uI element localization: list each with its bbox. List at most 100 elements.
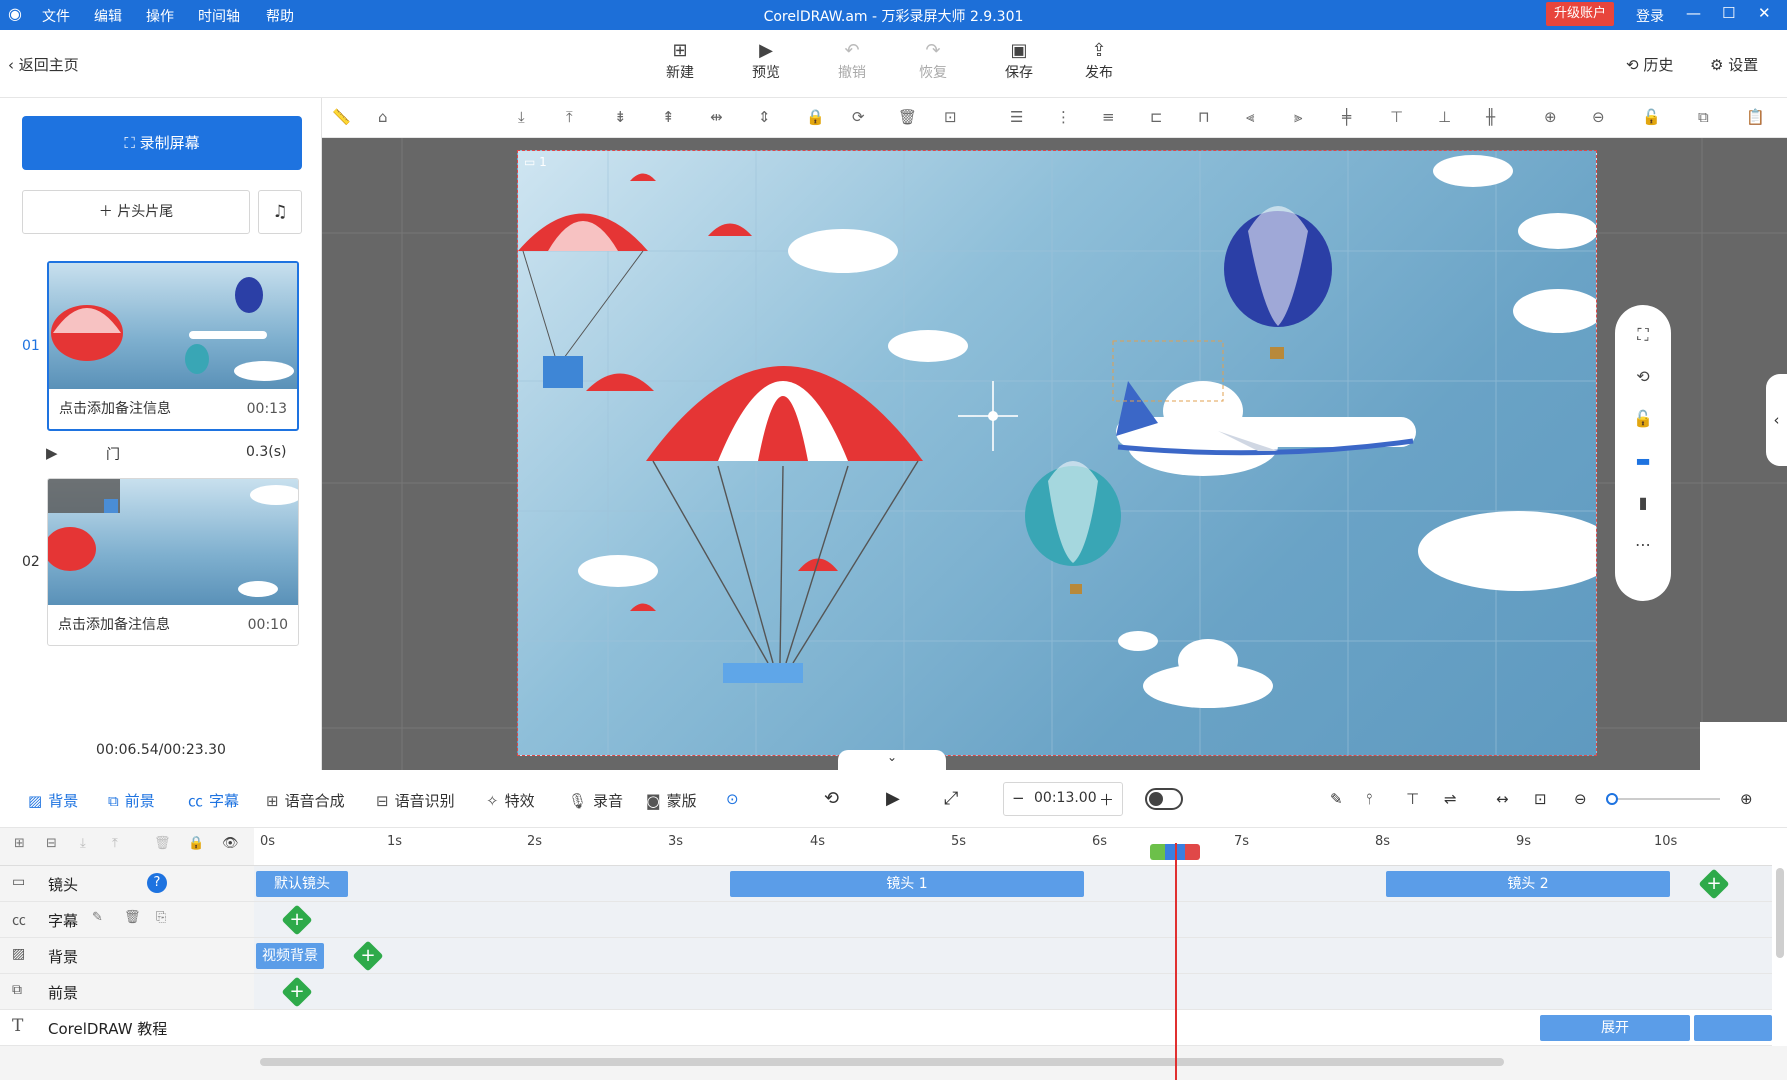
- mobile-icon[interactable]: ▮: [1615, 493, 1671, 512]
- close-icon[interactable]: ✕: [1758, 4, 1771, 22]
- align-left-edge-icon[interactable]: ⊏: [1150, 108, 1163, 126]
- rotate-screen-icon[interactable]: ⟲: [1615, 367, 1671, 386]
- add-intro-button[interactable]: ＋ 片头片尾: [22, 190, 250, 234]
- track-header-background[interactable]: ▨ 背景: [0, 938, 254, 974]
- home-icon[interactable]: ⌂: [378, 108, 388, 126]
- lock-icon[interactable]: 🔒: [806, 108, 825, 126]
- track-header-camera[interactable]: ▭ 镜头 ?: [0, 866, 254, 902]
- fit-screen-icon[interactable]: ⛶: [1615, 325, 1671, 345]
- distribute-icon[interactable]: ⋮: [1056, 108, 1071, 126]
- align-right-icon[interactable]: ⫸: [1294, 108, 1302, 126]
- preview-button[interactable]: ▶ 预览: [738, 40, 794, 82]
- filter-icon[interactable]: ⊤: [1406, 790, 1419, 808]
- clip-block[interactable]: 默认镜头: [256, 871, 348, 897]
- play-icon[interactable]: ▶: [886, 788, 900, 809]
- unlock-icon[interactable]: 🔓: [1615, 409, 1671, 428]
- track-header-subtitle[interactable]: ㏄ 字幕 ✎ 🗑 ⎘: [0, 902, 254, 938]
- flip-horizontal-icon[interactable]: ⇹: [710, 108, 723, 126]
- copy-icon[interactable]: ⧉: [1698, 108, 1709, 126]
- unlock-icon[interactable]: 🔓: [1642, 108, 1661, 126]
- tab-asr[interactable]: ⊟ 语音识别: [376, 790, 455, 811]
- delete-icon[interactable]: 🗑: [154, 836, 171, 851]
- align-bottom-icon[interactable]: ⤓: [518, 108, 525, 126]
- add-keyframe-button[interactable]: +: [352, 940, 384, 972]
- lock-icon[interactable]: 🔒: [188, 836, 204, 851]
- horizontal-scrollbar[interactable]: [260, 1058, 1504, 1066]
- align-middle-icon[interactable]: ≡: [1102, 108, 1115, 126]
- tab-mask[interactable]: ◙ 蒙版: [646, 790, 697, 811]
- music-button[interactable]: ♫: [258, 190, 302, 234]
- desktop-icon[interactable]: ▬: [1615, 451, 1671, 470]
- bring-forward-icon[interactable]: ⇟: [614, 108, 627, 126]
- zoom-out-icon[interactable]: ⊖: [1592, 108, 1605, 126]
- track-row-subtitle[interactable]: +: [254, 902, 1772, 938]
- align-top-icon[interactable]: ⤒: [566, 108, 573, 126]
- new-folder-icon[interactable]: ⊞: [14, 836, 25, 851]
- replay-icon[interactable]: ⟲: [824, 788, 839, 809]
- tab-effects[interactable]: ✧ 特效: [486, 790, 535, 811]
- clip-block[interactable]: 镜头 2: [1386, 871, 1670, 897]
- clip-block[interactable]: [1694, 1015, 1772, 1041]
- time-input[interactable]: − 00:13.00 ＋: [1003, 782, 1123, 816]
- fit-timeline-icon[interactable]: ↔: [1496, 790, 1509, 808]
- add-keyframe-button[interactable]: +: [281, 976, 313, 1008]
- fit-width-icon[interactable]: ⊓: [1198, 108, 1210, 126]
- import-icon[interactable]: ⎘: [156, 910, 166, 925]
- undo-button[interactable]: ↶ 撤销: [824, 40, 880, 82]
- add-keyframe-button[interactable]: +: [1698, 868, 1730, 900]
- help-icon[interactable]: ?: [147, 873, 167, 893]
- adjust-icon[interactable]: ⇌: [1444, 790, 1457, 808]
- flip-vertical-icon[interactable]: ⇕: [758, 108, 771, 126]
- track-header-foreground[interactable]: ⧉ 前景: [0, 974, 254, 1010]
- bottom-edge-icon[interactable]: ⊥: [1438, 108, 1451, 126]
- minimize-icon[interactable]: —: [1686, 4, 1701, 22]
- new-button[interactable]: ⊞ 新建: [652, 40, 708, 82]
- center-h-icon[interactable]: ╪: [1342, 108, 1351, 126]
- send-backward-icon[interactable]: ⇞: [662, 108, 675, 126]
- fullscreen-icon[interactable]: ⤢: [944, 788, 958, 809]
- clip-card[interactable]: 点击添加备注信息 00:13: [47, 261, 299, 431]
- transition-duration[interactable]: 0.3(s): [246, 444, 286, 460]
- paste-icon[interactable]: 📋: [1746, 108, 1765, 126]
- record-screen-button[interactable]: ⛶ 录制屏幕: [22, 116, 302, 170]
- move-up-icon[interactable]: ⤒: [112, 836, 118, 851]
- zoom-out-timeline-icon[interactable]: ⊖: [1574, 790, 1587, 808]
- ratio-icon[interactable]: ⊡: [1534, 790, 1547, 808]
- ruler-icon[interactable]: 📏: [332, 108, 351, 126]
- tab-foreground[interactable]: ⧉ 前景: [108, 790, 155, 811]
- clip-caption[interactable]: 点击添加备注信息 00:13: [49, 389, 297, 429]
- move-down-icon[interactable]: ⤓: [80, 836, 86, 851]
- focus-icon[interactable]: ⊡: [944, 108, 957, 126]
- transition-name[interactable]: 门: [106, 444, 120, 464]
- zoom-in-timeline-icon[interactable]: ⊕: [1740, 790, 1753, 808]
- time-ruler[interactable]: 0s 1s 2s 3s 4s 5s 6s 7s 8s 9s 10s: [254, 828, 1772, 866]
- track-row-camera[interactable]: 默认镜头 镜头 1 镜头 2 +: [254, 866, 1772, 902]
- plus-icon[interactable]: ＋: [1099, 789, 1114, 810]
- clip-card[interactable]: 点击添加备注信息 00:10: [47, 478, 299, 646]
- stage-canvas[interactable]: ▭ 1: [517, 150, 1597, 756]
- minimap-thumbnail[interactable]: [1700, 722, 1787, 770]
- transition-play-icon[interactable]: ▶: [46, 444, 58, 462]
- toggle-switch[interactable]: [1145, 788, 1183, 810]
- back-home-link[interactable]: ‹ 返回主页: [8, 54, 79, 75]
- clip-block[interactable]: 视频背景: [256, 943, 324, 969]
- tab-subtitle[interactable]: ㏄字幕: [188, 790, 239, 811]
- track-row-background[interactable]: 视频背景 +: [254, 938, 1772, 974]
- align-center-icon[interactable]: ☰: [1010, 108, 1023, 126]
- camera-marker[interactable]: ▭ 1: [524, 155, 547, 169]
- more-icon[interactable]: ⋯: [1615, 535, 1671, 554]
- redo-button[interactable]: ↷ 恢复: [905, 40, 961, 82]
- vertical-scrollbar[interactable]: [1776, 868, 1784, 958]
- edit-icon[interactable]: ✎: [92, 910, 103, 925]
- minus-icon[interactable]: −: [1012, 789, 1025, 807]
- eye-icon[interactable]: 👁: [222, 836, 239, 851]
- track-row-text[interactable]: 展开: [254, 1010, 1772, 1046]
- center-v-icon[interactable]: ╫: [1486, 108, 1495, 126]
- chevron-down-icon[interactable]: ⌄: [838, 750, 946, 770]
- split-icon[interactable]: ⫯: [1366, 790, 1373, 808]
- publish-button[interactable]: ⇪ 发布: [1071, 40, 1127, 82]
- history-button[interactable]: ⟲ 历史: [1626, 54, 1673, 75]
- clip-caption[interactable]: 点击添加备注信息 00:10: [48, 605, 298, 645]
- zoom-slider[interactable]: [1606, 793, 1720, 805]
- clip-block[interactable]: 镜头 1: [730, 871, 1084, 897]
